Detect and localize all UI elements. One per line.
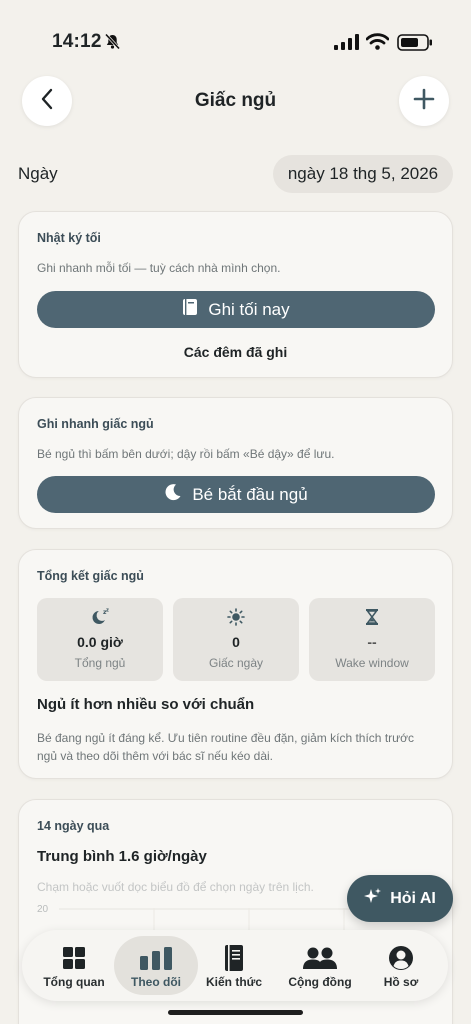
nav-label: Hồ sơ — [383, 975, 419, 989]
status-time: 14:12 — [52, 31, 102, 52]
nav-label: Tổng quan — [43, 975, 105, 989]
hourglass-icon — [309, 608, 435, 626]
wifi-icon — [365, 33, 390, 55]
nav-label: Theo dõi — [131, 975, 181, 989]
button-label: Ghi tối nay — [208, 299, 290, 319]
nav-item-profile[interactable]: Hồ sơ — [359, 936, 443, 995]
start-sleep-button[interactable]: Bé bắt đầu ngủ — [37, 476, 435, 513]
add-button[interactable] — [399, 76, 449, 126]
book-icon — [223, 944, 245, 972]
stat-value: 0 — [232, 634, 240, 650]
logged-nights-link[interactable]: Các đêm đã ghi — [19, 344, 452, 360]
card-description: Ghi nhanh mỗi tối — tuỳ cách nhà mình ch… — [37, 261, 281, 275]
battery-icon — [397, 34, 433, 56]
bottom-navigation: Tổng quan Theo dõi Kiến thức Cộng đồng H… — [22, 930, 448, 1001]
profile-icon — [388, 944, 414, 972]
status-bar: 14:12 — [0, 0, 471, 72]
card-description: Bé ngủ thì bấm bên dưới; dậy rồi bấm «Bé… — [37, 447, 335, 461]
stat-value: 0.0 giờ — [77, 634, 123, 650]
moon-icon — [164, 483, 192, 506]
people-icon — [302, 944, 338, 972]
night-log-card: Nhật ký tối Ghi nhanh mỗi tối — tuỳ cách… — [18, 211, 453, 378]
sleep-summary-card: Tổng kết giấc ngủ z z 0.0 giờ Tổng ngủ 0… — [18, 549, 453, 779]
nav-label: Kiến thức — [205, 975, 263, 989]
nav-item-knowledge[interactable]: Kiến thức — [192, 936, 276, 995]
moon-zzz-icon: z z — [37, 608, 163, 626]
date-picker[interactable]: ngày 18 thg 5, 2026 — [273, 155, 453, 193]
date-label: Ngày — [18, 164, 58, 183]
stat-value: -- — [367, 634, 377, 650]
log-tonight-button[interactable]: Ghi tối nay — [37, 291, 435, 328]
quick-sleep-card: Ghi nhanh giấc ngủ Bé ngủ thì bấm bên dư… — [18, 397, 453, 529]
card-title: Ghi nhanh giấc ngủ — [37, 417, 154, 431]
ai-button-label: Hỏi AI — [390, 889, 436, 907]
chart-y-axis-label: 20 — [37, 904, 49, 915]
book-icon — [182, 298, 208, 321]
svg-text:z: z — [106, 608, 109, 614]
stat-label: Giấc ngày — [208, 656, 264, 670]
stat-label: Wake window — [335, 656, 409, 670]
grid-icon — [62, 944, 86, 972]
bar-chart-icon — [139, 944, 173, 972]
stat-total-sleep: z z 0.0 giờ Tổng ngủ — [37, 598, 163, 681]
ask-ai-button[interactable]: Hỏi AI — [347, 875, 453, 922]
card-title: 14 ngày qua — [37, 819, 110, 833]
card-title: Nhật ký tối — [37, 231, 101, 245]
sparkle-icon — [364, 887, 390, 910]
average-sleep-text: Trung bình 1.6 giờ/ngày — [37, 848, 207, 865]
stat-wake-window: -- Wake window — [309, 598, 435, 681]
home-indicator — [168, 1010, 303, 1015]
nav-label: Cộng đồng — [288, 975, 352, 989]
stat-label: Tổng ngủ — [74, 656, 126, 670]
summary-headline: Ngủ ít hơn nhiều so với chuẩn — [37, 696, 255, 713]
cellular-signal-icon — [334, 34, 359, 55]
summary-advice: Bé đang ngủ ít đáng kể. Ưu tiên routine … — [37, 731, 415, 763]
card-title: Tổng kết giấc ngủ — [37, 569, 144, 583]
nav-item-overview[interactable]: Tổng quan — [32, 936, 116, 995]
sun-icon — [173, 608, 299, 626]
button-label: Bé bắt đầu ngủ — [192, 484, 308, 504]
nav-item-tracking[interactable]: Theo dõi — [114, 936, 198, 995]
plus-icon — [413, 88, 435, 115]
bell-off-icon — [104, 33, 121, 55]
nav-item-community[interactable]: Cộng đồng — [278, 936, 362, 995]
stat-day-naps: 0 Giấc ngày — [173, 598, 299, 681]
chart-hint: Chạm hoặc vuốt dọc biểu đồ để chọn ngày … — [37, 880, 314, 894]
